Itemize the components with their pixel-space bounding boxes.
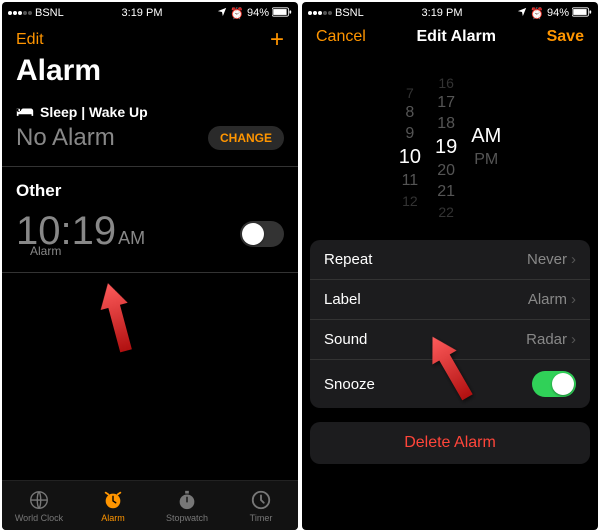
pointer-arrow-icon	[89, 278, 146, 356]
add-alarm-button[interactable]: +	[270, 28, 284, 52]
save-button[interactable]: Save	[547, 28, 584, 46]
chevron-right-icon: ›	[571, 331, 576, 348]
status-time: 3:19 PM	[122, 7, 163, 19]
signal-icon	[8, 11, 32, 15]
location-icon	[217, 7, 227, 20]
edit-button[interactable]: Edit	[16, 31, 44, 49]
modal-title: Edit Alarm	[417, 28, 496, 46]
tab-label: World Clock	[15, 513, 63, 523]
alarm-enable-toggle[interactable]	[240, 221, 284, 247]
snooze-row: Snooze	[310, 360, 590, 408]
status-bar: BSNL 3:19 PM ⏰ 94%	[302, 2, 598, 22]
battery-icon	[572, 7, 592, 20]
other-section-header: Other	[2, 167, 298, 207]
delete-alarm-button[interactable]: Delete Alarm	[310, 422, 590, 464]
signal-icon	[308, 11, 332, 15]
tab-label: Alarm	[101, 513, 125, 523]
status-time: 3:19 PM	[422, 7, 463, 19]
change-button[interactable]: CHANGE	[208, 126, 284, 150]
battery-icon	[272, 7, 292, 20]
tab-stopwatch[interactable]: Stopwatch	[150, 481, 224, 530]
bed-icon	[16, 104, 34, 120]
page-title: Alarm	[2, 54, 298, 98]
row-label: Repeat	[324, 251, 372, 268]
settings-list: Repeat Never› Label Alarm› Sound Radar› …	[310, 240, 590, 408]
carrier-label: BSNL	[35, 7, 64, 19]
status-bar: BSNL 3:19 PM ⏰ 94%	[2, 2, 298, 22]
tab-timer[interactable]: Timer	[224, 481, 298, 530]
tab-label: Stopwatch	[166, 513, 208, 523]
no-alarm-label: No Alarm	[16, 124, 115, 152]
carrier-label: BSNL	[335, 7, 364, 19]
chevron-right-icon: ›	[571, 291, 576, 308]
row-value: Never	[527, 251, 567, 268]
hour-column[interactable]: 7 8 9 10 11 12	[399, 85, 421, 209]
minute-column[interactable]: 16 17 18 19 20 21 22	[435, 75, 457, 220]
sleep-section-header: Sleep | Wake Up	[2, 98, 298, 122]
row-value: Alarm	[528, 291, 567, 308]
snooze-toggle[interactable]	[532, 371, 576, 397]
tab-bar: World Clock Alarm Stopwatch Timer	[2, 480, 298, 530]
row-label: Snooze	[324, 376, 375, 393]
chevron-right-icon: ›	[571, 251, 576, 268]
time-picker[interactable]: 7 8 9 10 11 12 16 17 18 19 20 21 22 AM P…	[302, 72, 598, 222]
row-value: Radar	[526, 331, 567, 348]
sound-row[interactable]: Sound Radar›	[310, 320, 590, 360]
cancel-button[interactable]: Cancel	[316, 28, 366, 46]
row-label: Sound	[324, 331, 367, 348]
alarm-status-icon: ⏰	[230, 7, 244, 20]
alarm-screen: BSNL 3:19 PM ⏰ 94% Edit + Alarm Sleep | …	[2, 2, 298, 530]
tab-world-clock[interactable]: World Clock	[2, 481, 76, 530]
sleep-row: No Alarm CHANGE	[2, 122, 298, 167]
nav-row: Edit +	[2, 22, 298, 54]
modal-nav: Cancel Edit Alarm Save	[302, 22, 598, 48]
alarm-time-ampm: AM	[118, 228, 145, 249]
sleep-header-label: Sleep | Wake Up	[40, 104, 148, 120]
edit-alarm-screen: BSNL 3:19 PM ⏰ 94% Cancel Edit Alarm Sav…	[302, 2, 598, 530]
tab-alarm[interactable]: Alarm	[76, 481, 150, 530]
repeat-row[interactable]: Repeat Never›	[310, 240, 590, 280]
battery-label: 94%	[547, 7, 569, 19]
alarm-row[interactable]: 10:19 AM Alarm	[2, 207, 298, 273]
tab-label: Timer	[250, 513, 273, 523]
battery-label: 94%	[247, 7, 269, 19]
alarm-status-icon: ⏰	[530, 7, 544, 20]
location-icon	[517, 7, 527, 20]
row-label: Label	[324, 291, 361, 308]
label-row[interactable]: Label Alarm›	[310, 280, 590, 320]
ampm-column[interactable]: AM PM	[471, 125, 501, 169]
